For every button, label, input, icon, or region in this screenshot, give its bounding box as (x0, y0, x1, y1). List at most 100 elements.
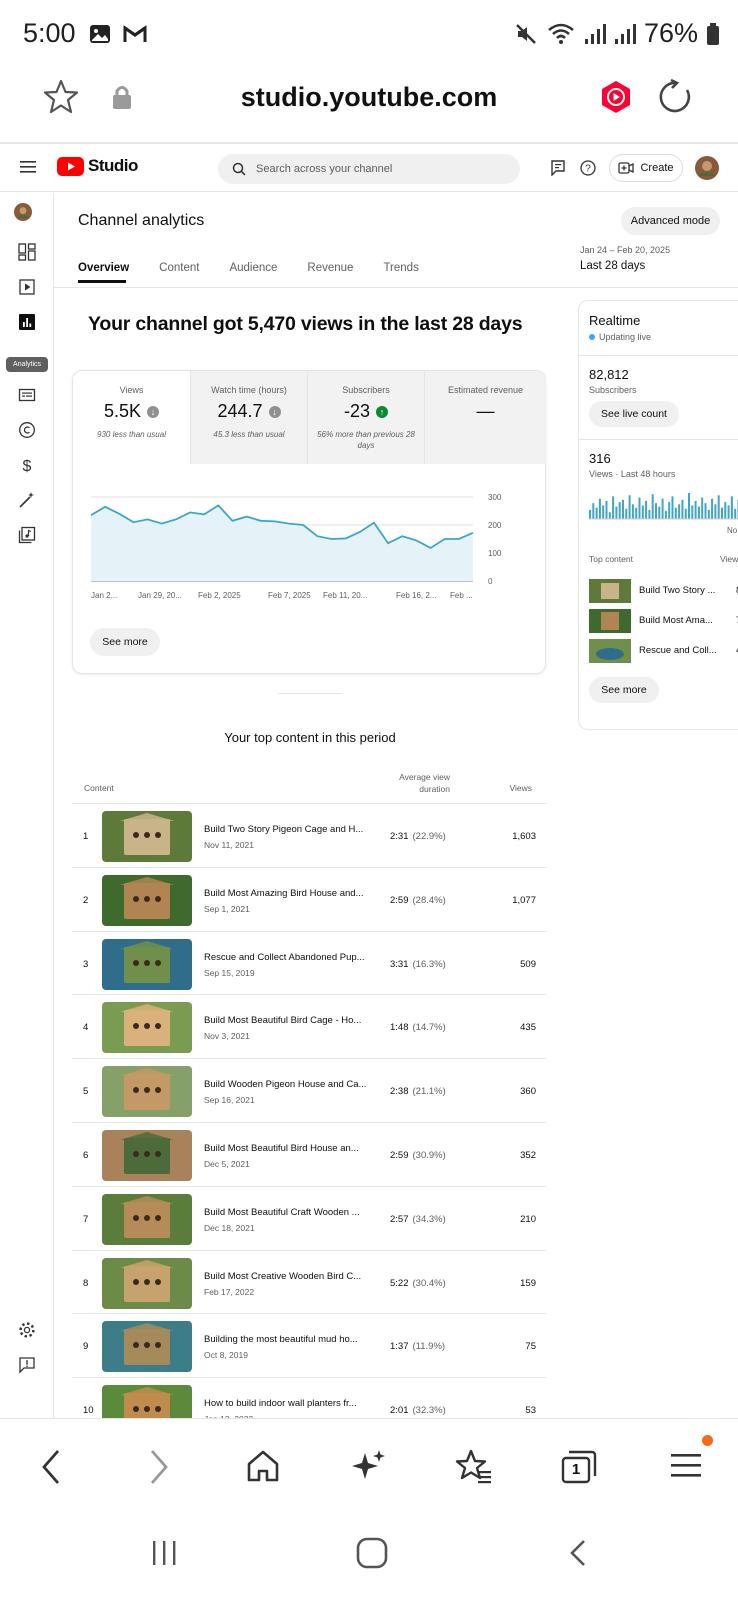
youtube-studio-app-icon[interactable] (600, 80, 632, 114)
realtime-bar (592, 503, 595, 519)
customization-wand-icon[interactable] (18, 491, 36, 509)
realtime-bar (664, 511, 667, 519)
realtime-bar (688, 493, 690, 519)
forward-arrow-icon[interactable] (146, 1447, 172, 1487)
video-title[interactable]: Building the most beautiful mud ho... (204, 1334, 374, 1345)
video-title[interactable]: Build Most Beautiful Craft Wooden ... (204, 1207, 374, 1218)
realtime-item[interactable]: Build Most Ama... 7 (589, 609, 738, 633)
system-home-icon[interactable] (355, 1536, 389, 1570)
y-tick-label: 300 (488, 493, 502, 502)
video-title[interactable]: Build Wooden Pigeon House and Ca... (204, 1079, 374, 1090)
see-live-count-button[interactable]: See live count (589, 401, 679, 427)
video-title[interactable]: Rescue and Collect Abandoned Pup... (204, 952, 374, 963)
system-back-icon[interactable] (566, 1538, 590, 1568)
chart-area-fill (91, 505, 473, 581)
create-button[interactable]: Create (609, 154, 683, 182)
video-thumbnail[interactable] (102, 1257, 192, 1309)
thumbnail-image (102, 1130, 192, 1181)
table-row[interactable]: 2 Build Most Amazing Bird House and... Sep… (72, 866, 546, 931)
subtitles-icon[interactable] (18, 386, 36, 404)
table-row[interactable]: 4 Build Most Beautiful Bird Cage - Ho... N… (72, 994, 546, 1058)
advanced-mode-button[interactable]: Advanced mode (621, 207, 720, 235)
table-row[interactable]: 10 How to build indoor wall planters fr..… (72, 1377, 546, 1437)
hamburger-menu-icon[interactable] (20, 160, 38, 174)
search-input[interactable]: Search across your channel (218, 154, 520, 184)
metric-revenue[interactable]: Estimated revenue — (424, 371, 546, 464)
video-thumbnail[interactable] (102, 1130, 192, 1181)
dashboard-icon[interactable] (18, 243, 36, 261)
avg-view-duration: 3:31 (16.3%) (390, 959, 446, 970)
realtime-item[interactable]: Build Two Story ... 8 (589, 579, 738, 603)
menu-icon[interactable] (668, 1447, 704, 1483)
video-title[interactable]: Build Most Amazing Bird House and... (204, 888, 374, 899)
video-title[interactable]: Build Most Creative Wooden Bird C... (204, 1271, 374, 1282)
account-avatar[interactable] (695, 156, 719, 180)
settings-gear-icon[interactable] (18, 1321, 36, 1339)
tab-audience[interactable]: Audience (229, 262, 277, 274)
realtime-see-more-button[interactable]: See more (589, 677, 659, 703)
see-more-button[interactable]: See more (90, 628, 160, 656)
table-row[interactable]: 9 Building the most beautiful mud ho... Oc… (72, 1313, 546, 1377)
thumbnail-image (102, 811, 192, 862)
video-thumbnail[interactable] (102, 1002, 192, 1054)
video-thumbnail[interactable] (102, 1066, 192, 1118)
row-rank: 7 (83, 1213, 89, 1225)
send-feedback-icon[interactable] (18, 1356, 36, 1374)
x-tick-label: Feb 11, 20... (323, 591, 367, 600)
realtime-item[interactable]: Rescue and Coll... 4 (589, 639, 738, 663)
realtime-bar (651, 494, 654, 519)
table-row[interactable]: 5 Build Wooden Pigeon House and Ca... Sep … (72, 1058, 546, 1122)
realtime-views-value: 316 (589, 451, 611, 466)
realtime-bar (645, 500, 648, 519)
realtime-bar (694, 500, 697, 519)
table-row[interactable]: 3 Rescue and Collect Abandoned Pup... Sep … (72, 930, 546, 995)
video-thumbnail[interactable] (102, 938, 192, 990)
realtime-bar (681, 499, 684, 519)
audio-library-icon[interactable] (18, 526, 36, 544)
tabs-button[interactable]: 1 (560, 1449, 598, 1485)
date-range-selector[interactable]: Jan 24 – Feb 20, 2025 Last 28 days (580, 245, 670, 272)
channel-avatar[interactable] (14, 203, 32, 221)
table-row[interactable]: 1 Build Two Story Pigeon Cage and H... Nov… (72, 803, 546, 867)
help-icon[interactable]: ? (580, 160, 596, 176)
ai-sparkle-icon[interactable] (350, 1447, 388, 1485)
video-title[interactable]: Build Most Beautiful Bird Cage - Ho... (204, 1015, 374, 1026)
bookmarks-icon[interactable] (454, 1447, 494, 1487)
video-title[interactable]: Build Most Beautiful Bird House an... (204, 1143, 374, 1154)
realtime-bar (671, 496, 674, 519)
content-icon[interactable] (18, 278, 36, 296)
duration-percent: (30.4%) (412, 1277, 446, 1289)
tab-content[interactable]: Content (159, 262, 199, 274)
video-title[interactable]: Build Two Story Pigeon Cage and H... (204, 824, 374, 835)
tab-overview[interactable]: Overview (78, 262, 129, 274)
video-title[interactable]: How to build indoor wall planters fr... (204, 1398, 374, 1409)
date-range-period: Last 28 days (580, 260, 646, 272)
thumbnail-image (102, 1321, 192, 1373)
earn-dollar-icon[interactable]: $ (18, 456, 36, 474)
metric-views[interactable]: Views 5.5K ↓ 930 less than usual (73, 371, 190, 464)
tab-revenue[interactable]: Revenue (307, 262, 353, 274)
feedback-icon[interactable] (551, 160, 565, 176)
copyright-icon[interactable] (18, 421, 36, 439)
col-avg-duration-header: Average view duration (380, 771, 450, 795)
metric-watch-time[interactable]: Watch time (hours) 244.7 ↓ 45.3 less than… (190, 371, 307, 464)
tab-trends[interactable]: Trends (383, 262, 418, 274)
metric-subscribers[interactable]: Subscribers -23 ↑ 56% more than previous … (307, 371, 424, 464)
video-thumbnail[interactable] (102, 874, 192, 926)
video-thumbnail[interactable] (102, 1193, 192, 1245)
table-row[interactable]: 7 Build Most Beautiful Craft Wooden ... De… (72, 1185, 546, 1250)
realtime-bar (717, 495, 720, 519)
realtime-bar (595, 507, 598, 519)
back-arrow-icon[interactable] (38, 1447, 64, 1487)
analytics-tabs: Overview Content Audience Revenue Trends (78, 262, 449, 274)
live-dot-icon (589, 334, 595, 340)
video-thumbnail[interactable] (102, 811, 192, 862)
video-thumbnail[interactable] (102, 1321, 192, 1373)
reload-icon[interactable] (657, 78, 695, 116)
home-icon[interactable] (244, 1447, 282, 1485)
studio-logo[interactable]: Studio (57, 156, 138, 176)
recent-apps-icon[interactable] (150, 1538, 180, 1568)
table-row[interactable]: 8 Build Most Creative Wooden Bird C... Feb… (72, 1249, 546, 1314)
analytics-icon[interactable] (18, 313, 36, 331)
table-row[interactable]: 6 Build Most Beautiful Bird House an... De… (72, 1122, 546, 1186)
